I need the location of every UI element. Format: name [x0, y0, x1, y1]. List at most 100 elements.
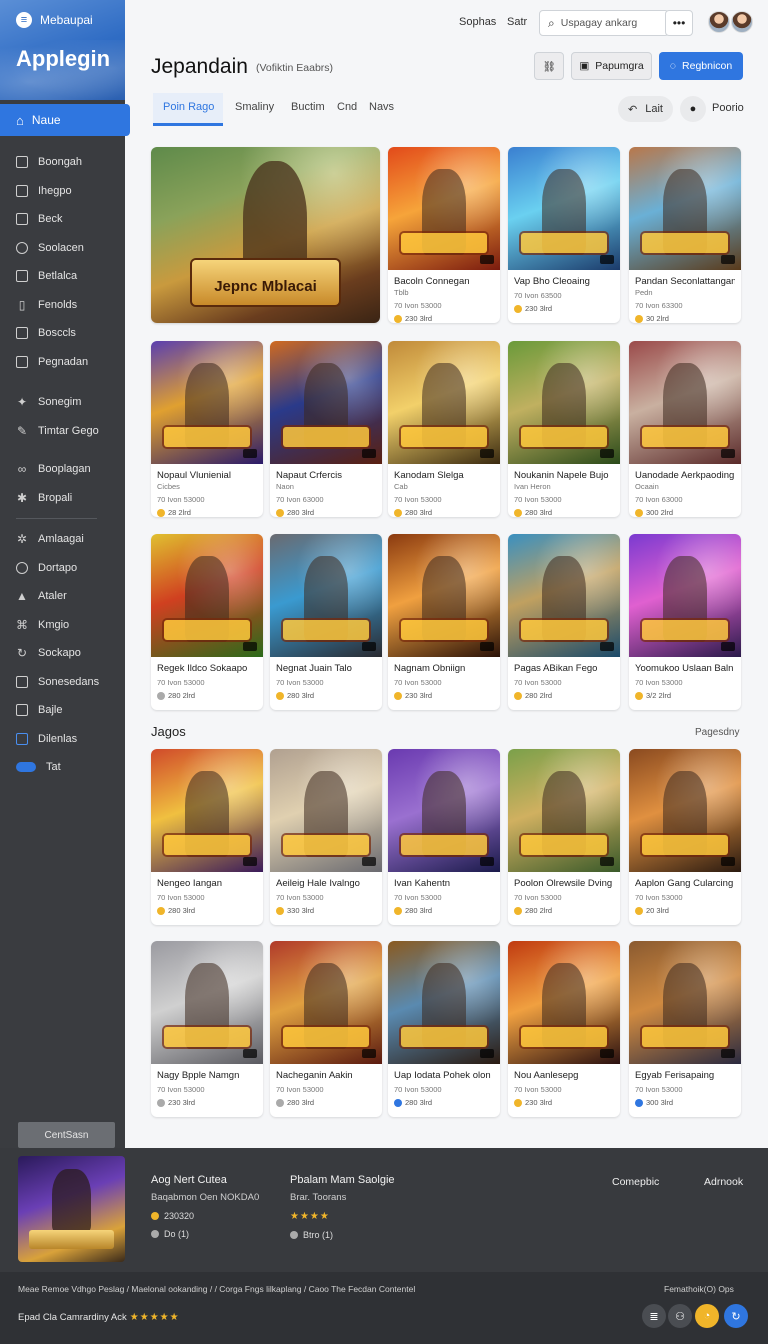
game-card[interactable]: Aeileig Hale Ivalngo 70 Ivon 53000 330 3lr…	[270, 749, 382, 925]
paper-button[interactable]: ▣ Papumgra	[571, 52, 652, 80]
sidebar-item[interactable]: Tat	[0, 753, 125, 782]
avatar[interactable]	[708, 11, 730, 33]
panel-link-1[interactable]: Comepbic	[612, 1176, 659, 1188]
sidebar-item-active[interactable]: ⌂ Naue	[0, 104, 130, 136]
game-thumbnail[interactable]	[270, 749, 382, 872]
sidebar-item[interactable]: Ihegpo	[0, 177, 125, 206]
footer-right[interactable]: Femathoik(O) Ops	[664, 1284, 734, 1294]
top-link-satr[interactable]: Satr	[507, 16, 527, 28]
list-icon[interactable]: ≣	[642, 1304, 666, 1328]
avatar[interactable]	[731, 11, 753, 33]
game-card[interactable]: Regek Ildco Sokaapo 70 Ivon 53000 280 2lrd	[151, 534, 263, 710]
option-label[interactable]: Poorio	[712, 102, 744, 114]
game-card[interactable]: Nou Aanlesepg 70 Ivon 53000 230 3lrd	[508, 941, 620, 1117]
game-thumbnail[interactable]	[270, 341, 382, 464]
sidebar-item[interactable]: ∞ Booplagan	[0, 455, 125, 484]
game-thumbnail[interactable]	[629, 147, 741, 270]
game-thumbnail[interactable]	[151, 341, 263, 464]
game-card[interactable]: Negnat Juain Talo 70 Ivon 53000 280 3lrd	[270, 534, 382, 710]
sidebar-item[interactable]: Dilenlas	[0, 725, 125, 754]
game-thumbnail[interactable]	[270, 941, 382, 1064]
sidebar-item[interactable]: ✱ Bropali	[0, 484, 125, 513]
sidebar-bottom-button[interactable]: CentSasn	[18, 1122, 115, 1148]
sidebar-item[interactable]: Dortapo	[0, 554, 125, 583]
more-button[interactable]: •••	[665, 10, 693, 36]
option-circle[interactable]: ●	[680, 96, 706, 122]
game-thumbnail[interactable]	[151, 534, 263, 657]
tab-cnd[interactable]: Cnd	[337, 101, 357, 113]
sidebar-item[interactable]: ✎ Timtar Gego	[0, 417, 125, 446]
game-card[interactable]: Pandan Seconlattangan Pedn 70 Ivon 63300 30…	[629, 147, 741, 323]
game-card[interactable]: Nopaul Vlunienial Cicbes 70 Ivon 53000 28 2…	[151, 341, 263, 517]
sidebar-item[interactable]: Boongah	[0, 148, 125, 177]
game-card[interactable]: Nagnam Obniign 70 Ivon 53000 230 3lrd	[388, 534, 500, 710]
section-link[interactable]: Pagesdny	[695, 727, 739, 738]
game-thumbnail[interactable]	[151, 749, 263, 872]
sidebar-item[interactable]: ▯ Fenolds	[0, 291, 125, 320]
game-card[interactable]: Yoomukoo Uslaan Baln 70 Ivon 53000 3/2 2lr…	[629, 534, 741, 710]
game-card[interactable]: Aaplon Gang Cularcing 70 Ivon 53000 20 3lr…	[629, 749, 741, 925]
game-card[interactable]: Uap Iodata Pohek olon 70 Ivon 53000 280 3l…	[388, 941, 500, 1117]
game-thumbnail[interactable]	[388, 341, 500, 464]
game-thumbnail[interactable]	[629, 534, 741, 657]
menu-logo-icon[interactable]: ≡	[16, 12, 32, 28]
game-card[interactable]: Noukanin Napele Bujo Ivan Heron 70 Ivon 53…	[508, 341, 620, 517]
sidebar-item[interactable]: ✲ Amlaagai	[0, 525, 125, 554]
search-box[interactable]: ⌕ Uspagay ankarg	[539, 10, 669, 36]
link-button[interactable]: ⛓	[534, 52, 564, 80]
sidebar-item[interactable]: ▲ Ataler	[0, 582, 125, 611]
filter-chip[interactable]: ↶ Lait	[618, 96, 673, 122]
tab-smaliny[interactable]: Smaliny	[235, 101, 274, 113]
game-thumbnail[interactable]	[270, 534, 382, 657]
game-thumbnail[interactable]	[388, 147, 500, 270]
sidebar-item[interactable]: ↻ Sockapo	[0, 639, 125, 668]
game-card[interactable]: Kanodam Slelga Cab 70 Ivon 53000 280 3lrd	[388, 341, 500, 517]
game-thumbnail[interactable]	[388, 534, 500, 657]
sidebar-item[interactable]: Beck	[0, 205, 125, 234]
panel-link-2[interactable]: Adrnook	[704, 1176, 743, 1188]
sidebar-item[interactable]: Sonesedans	[0, 668, 125, 697]
game-card[interactable]: Nagy Bpple Namgn 70 Ivon 53000 230 3lrd	[151, 941, 263, 1117]
toggle-icon[interactable]	[16, 762, 36, 773]
tab-buctim[interactable]: Buctim	[291, 101, 325, 113]
game-thumbnail[interactable]	[388, 941, 500, 1064]
game-thumbnail[interactable]	[508, 534, 620, 657]
sidebar-item[interactable]: ⌘ Kmgio	[0, 611, 125, 640]
search-input[interactable]: Uspagay ankarg	[561, 17, 637, 29]
top-link-sophas[interactable]: Sophas	[459, 16, 496, 28]
game-card[interactable]: Pagas ABikan Fego 70 Ivon 53000 280 2lrd	[508, 534, 620, 710]
now-playing-thumbnail[interactable]	[18, 1156, 125, 1262]
game-card[interactable]: Napaut Crfercis Naon 70 Ivon 63000 280 3lrd	[270, 341, 382, 517]
sidebar-item[interactable]: Soolacen	[0, 234, 125, 263]
chat-icon[interactable]: ◔	[695, 1304, 719, 1328]
game-thumbnail[interactable]	[629, 341, 741, 464]
game-card[interactable]: Egyab Ferisapaing 70 Ivon 53000 300 3lrd	[629, 941, 741, 1117]
controller-icon[interactable]: ⚇	[668, 1304, 692, 1328]
game-card[interactable]: Nengeo Iangan 70 Ivon 53000 280 3lrd	[151, 749, 263, 925]
app-name-row[interactable]: ≡ Mebaupai	[16, 12, 125, 28]
game-card[interactable]: Ivan Kahentn 70 Ivon 53000 280 3lrd	[388, 749, 500, 925]
game-card[interactable]: Uanodade Aerkpaoding Ocaain 70 Ivon 63000 3…	[629, 341, 741, 517]
sidebar-item[interactable]: Betlalca	[0, 262, 125, 291]
sidebar-item[interactable]: Pegnadan	[0, 348, 125, 377]
tab-poin-rago[interactable]: Poin Rago	[163, 101, 214, 113]
game-thumbnail[interactable]	[508, 941, 620, 1064]
game-card[interactable]: Nacheganin Aakin 70 Ivon 53000 280 3lrd	[270, 941, 382, 1117]
sidebar-item[interactable]: ✦ Sonegim	[0, 388, 125, 417]
game-thumbnail[interactable]	[508, 749, 620, 872]
sidebar-item[interactable]: Bosccls	[0, 319, 125, 348]
game-thumbnail[interactable]	[629, 749, 741, 872]
game-card[interactable]: Poolon Olrewsile Dving 70 Ivon 53000 280 2…	[508, 749, 620, 925]
game-thumbnail[interactable]	[388, 749, 500, 872]
game-thumbnail[interactable]	[151, 941, 263, 1064]
game-card[interactable]: Vap Bho Cleoaing 70 Ivon 63500 230 3lrd	[508, 147, 620, 323]
primary-button[interactable]: ◌ Regbnicon	[659, 52, 743, 80]
game-thumbnail[interactable]	[508, 147, 620, 270]
tab-navs[interactable]: Navs	[369, 101, 394, 113]
game-thumbnail[interactable]	[629, 941, 741, 1064]
refresh-icon[interactable]: ↻	[724, 1304, 748, 1328]
featured-card[interactable]: Jepnc Mblacai	[151, 147, 380, 323]
game-thumbnail[interactable]	[508, 341, 620, 464]
game-card[interactable]: Bacoln Connegan Tblb 70 Ivon 53000 230 3lrd	[388, 147, 500, 323]
sidebar-item[interactable]: Bajle	[0, 696, 125, 725]
